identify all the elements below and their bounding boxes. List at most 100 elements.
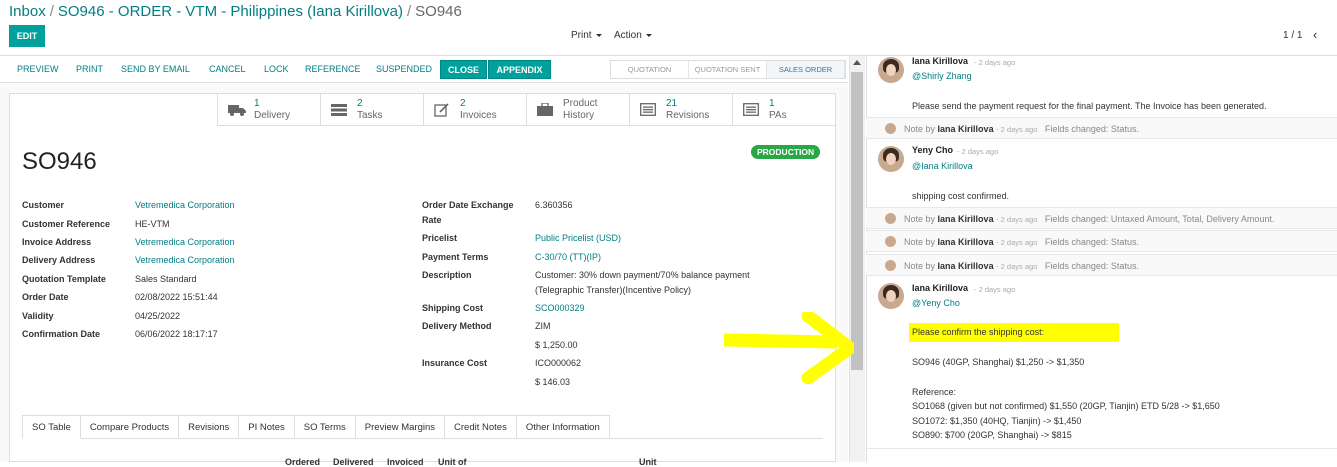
column-header: Delivered bbox=[333, 457, 374, 467]
payment-terms-label: Payment Terms bbox=[422, 252, 489, 262]
breadcrumb-separator: / bbox=[406, 3, 412, 20]
tab-so-table[interactable]: SO Table bbox=[22, 415, 81, 439]
chatter-divider bbox=[866, 448, 1337, 449]
invoice-address-value[interactable]: Vetremedica Corporation bbox=[135, 237, 235, 247]
message-body: shipping cost confirmed. bbox=[912, 191, 1010, 201]
tasks-smart-button[interactable]: 2 Tasks bbox=[320, 94, 423, 126]
message-date: - 2 days ago bbox=[974, 285, 1016, 294]
tab-other-information[interactable]: Other Information bbox=[516, 415, 610, 439]
tab-revisions[interactable]: Revisions bbox=[179, 415, 240, 439]
breadcrumb-current: SO946 bbox=[415, 3, 462, 20]
confirmation-date-value: 06/06/2022 18:17:17 bbox=[135, 329, 218, 339]
pas-count: 1 bbox=[769, 97, 775, 109]
stage-quotation-sent[interactable]: QUOTATION SENT bbox=[689, 61, 767, 78]
note-author[interactable]: Iana Kirillova bbox=[938, 237, 994, 247]
pricelist-value[interactable]: Public Pricelist (USD) bbox=[535, 233, 621, 243]
print-dropdown[interactable]: Print bbox=[571, 30, 602, 41]
invoice-address-label: Invoice Address bbox=[22, 237, 92, 247]
cancel-button[interactable]: CANCEL bbox=[209, 64, 246, 74]
invoices-label: Invoices bbox=[460, 109, 497, 121]
delivery-count: 1 bbox=[254, 97, 260, 109]
shipping-cost-value[interactable]: SCO000329 bbox=[535, 303, 585, 313]
pas-smart-button[interactable]: 1 PAs bbox=[732, 94, 835, 126]
tasks-label: Tasks bbox=[357, 109, 383, 121]
stage-quotation[interactable]: QUOTATION bbox=[611, 61, 689, 78]
close-button[interactable]: CLOSE bbox=[440, 60, 487, 79]
preview-button[interactable]: PREVIEW bbox=[17, 64, 59, 74]
tracking-note: Note by Iana Kirillova - 2 days ago Fiel… bbox=[866, 207, 1337, 229]
tab-credit-notes[interactable]: Credit Notes bbox=[445, 415, 517, 439]
insurance-cost-label: Insurance Cost bbox=[422, 358, 488, 368]
note-prefix: Note by bbox=[904, 261, 936, 271]
exchange-rate-label: Order Date Exchange bbox=[422, 200, 514, 210]
tab-compare-products[interactable]: Compare Products bbox=[80, 415, 180, 439]
delivery-label: Delivery bbox=[254, 109, 291, 121]
pager-value[interactable]: 1 / 1 bbox=[1283, 30, 1302, 41]
breadcrumb-separator: / bbox=[49, 3, 54, 20]
product-history-smart-button[interactable]: Product History bbox=[526, 94, 629, 126]
message-mention[interactable]: @Shirly Zhang bbox=[912, 71, 972, 81]
revisions-label: Revisions bbox=[666, 109, 710, 121]
exchange-rate-value: 6.360356 bbox=[535, 200, 573, 210]
tasks-count: 2 bbox=[357, 97, 363, 109]
description-line2: (Telegraphic Transfer)(Incentive Policy) bbox=[535, 285, 692, 295]
revisions-smart-button[interactable]: 21 Revisions bbox=[629, 94, 732, 126]
note-author[interactable]: Iana Kirillova bbox=[938, 124, 994, 134]
column-header: Invoiced bbox=[387, 457, 424, 467]
edit-button[interactable]: EDIT bbox=[9, 25, 45, 47]
tab-pi-notes[interactable]: PI Notes bbox=[239, 415, 295, 439]
customer-label: Customer bbox=[22, 200, 65, 210]
quotation-template-value: Sales Standard bbox=[135, 274, 197, 284]
message-date: - 2 days ago bbox=[974, 58, 1016, 67]
delivery-address-label: Delivery Address bbox=[22, 255, 96, 265]
send-by-email-button[interactable]: SEND BY EMAIL bbox=[121, 64, 190, 74]
avatar bbox=[878, 146, 904, 172]
notebook-tabs: SO Table Compare Products Revisions PI N… bbox=[22, 415, 610, 439]
column-header: Unit bbox=[639, 457, 657, 467]
delivery-address-value[interactable]: Vetremedica Corporation bbox=[135, 255, 235, 265]
message-author[interactable]: Iana Kirillova bbox=[912, 283, 968, 293]
chevron-left-icon[interactable]: ‹ bbox=[1313, 27, 1317, 42]
note-date: - 2 days ago bbox=[996, 238, 1038, 247]
message-mention[interactable]: @Iana Kirillova bbox=[912, 161, 973, 171]
message-mention[interactable]: @Yeny Cho bbox=[912, 298, 960, 308]
message-line: SO1072: $1,350 (40HQ, Tianjin) -> $1,450 bbox=[912, 416, 1082, 426]
message-author[interactable]: Yeny Cho bbox=[912, 145, 953, 155]
tracking-note: Note by Iana Kirillova - 2 days ago Fiel… bbox=[866, 230, 1337, 252]
invoices-smart-button[interactable]: 2 Invoices bbox=[423, 94, 526, 126]
scroll-up-icon[interactable] bbox=[853, 60, 861, 65]
breadcrumb-order[interactable]: SO946 - ORDER - VTM - Philippines (Iana … bbox=[58, 3, 403, 20]
appendix-button[interactable]: APPENDIX bbox=[488, 60, 551, 79]
breadcrumb: Inbox / SO946 - ORDER - VTM - Philippines … bbox=[9, 3, 462, 20]
note-author[interactable]: Iana Kirillova bbox=[938, 214, 994, 224]
truck-icon bbox=[228, 103, 246, 117]
note-prefix: Note by bbox=[904, 124, 936, 134]
tab-preview-margins[interactable]: Preview Margins bbox=[355, 415, 446, 439]
stage-sales-order[interactable]: SALES ORDER bbox=[767, 61, 845, 78]
delivery-smart-button[interactable]: 1 Delivery bbox=[217, 94, 320, 126]
note-date: - 2 days ago bbox=[996, 215, 1038, 224]
confirmation-date-label: Confirmation Date bbox=[22, 329, 101, 339]
note-author[interactable]: Iana Kirillova bbox=[938, 261, 994, 271]
avatar bbox=[885, 213, 896, 224]
message-author[interactable]: Iana Kirillova bbox=[912, 56, 968, 66]
print-button[interactable]: PRINT bbox=[76, 64, 103, 74]
note-date: - 2 days ago bbox=[996, 262, 1038, 271]
note-date: - 2 days ago bbox=[996, 125, 1038, 134]
action-label: Action bbox=[614, 30, 642, 41]
delivery-method-value: ZIM bbox=[535, 321, 551, 331]
delivery-method-label: Delivery Method bbox=[422, 321, 492, 331]
caret-down-icon bbox=[645, 33, 652, 37]
lock-button[interactable]: LOCK bbox=[264, 64, 289, 74]
avatar bbox=[878, 57, 904, 83]
action-dropdown[interactable]: Action bbox=[614, 30, 652, 41]
customer-value[interactable]: Vetremedica Corporation bbox=[135, 200, 235, 210]
breadcrumb-inbox[interactable]: Inbox bbox=[9, 3, 46, 20]
tab-so-terms[interactable]: SO Terms bbox=[294, 415, 356, 439]
pricelist-label: Pricelist bbox=[422, 233, 458, 243]
payment-terms-value[interactable]: C-30/70 (TT)(IP) bbox=[535, 252, 601, 262]
reference-button[interactable]: REFERENCE bbox=[305, 64, 361, 74]
message-line: Reference: bbox=[912, 387, 957, 397]
order-title: SO946 bbox=[22, 148, 97, 175]
suspended-button[interactable]: SUSPENDED bbox=[376, 64, 432, 74]
